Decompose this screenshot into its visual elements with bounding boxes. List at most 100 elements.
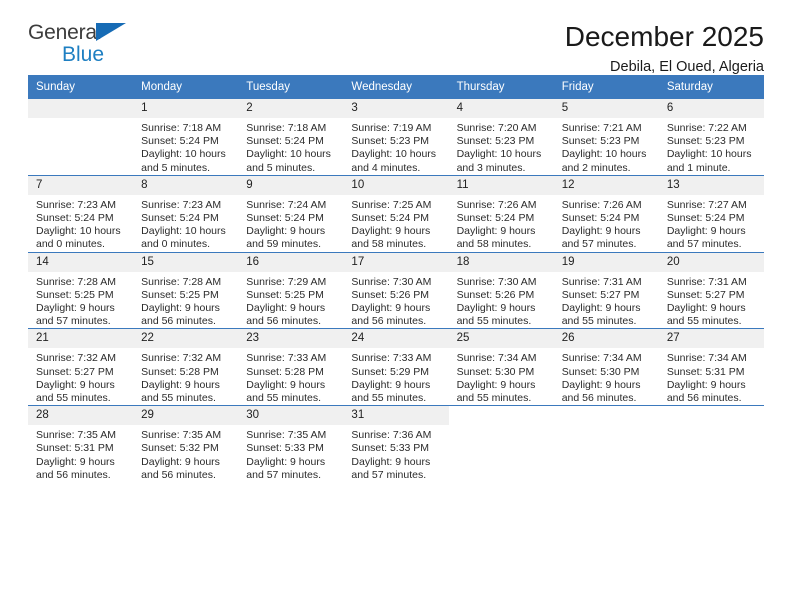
brand-logo[interactable]: General Blue	[28, 22, 148, 68]
day-sun-info: Sunrise: 7:20 AM Sunset: 5:23 PM Daylight:…	[449, 118, 554, 175]
calendar-day-cell[interactable]: 29 Sunrise: 7:35 AM Sunset: 5:32 PM Dayligh…	[133, 405, 239, 483]
calendar-day-cell[interactable]: 5 Sunrise: 7:21 AM Sunset: 5:23 PM Daylight…	[553, 99, 659, 176]
daylight-duration-line1: Daylight: 10 hours	[456, 148, 542, 161]
brand-name-blue: Blue	[62, 43, 105, 66]
calendar-week-row: 28 Sunrise: 7:35 AM Sunset: 5:31 PM Dayligh…	[28, 405, 764, 483]
calendar-day-cell[interactable]: 2 Sunrise: 7:18 AM Sunset: 5:24 PM Daylight…	[238, 99, 344, 176]
calendar-day-cell[interactable]: 8 Sunrise: 7:23 AM Sunset: 5:24 PM Daylight…	[133, 174, 239, 253]
calendar-day-cell[interactable]: 11 Sunrise: 7:26 AM Sunset: 5:24 PM Dayligh…	[448, 174, 554, 253]
calendar-day-cell[interactable]: 6 Sunrise: 7:22 AM Sunset: 5:23 PM Daylight…	[658, 99, 764, 176]
calendar-day-cell[interactable]: 9 Sunrise: 7:24 AM Sunset: 5:24 PM Daylight…	[238, 174, 344, 253]
calendar-day-cell[interactable]: 14 Sunrise: 7:28 AM Sunset: 5:25 PM Dayligh…	[28, 251, 134, 329]
day-number: 29	[133, 406, 239, 426]
day-number: 5	[553, 99, 659, 118]
sunset-time: Sunset: 5:32 PM	[141, 442, 219, 455]
sunrise-time: Sunrise: 7:23 AM	[141, 198, 222, 211]
calendar-day-cell[interactable]: 28 Sunrise: 7:35 AM Sunset: 5:31 PM Dayligh…	[28, 405, 134, 483]
daylight-duration-line1: Daylight: 9 hours	[351, 302, 431, 315]
sunset-time: Sunset: 5:30 PM	[456, 365, 535, 378]
day-number: 19	[553, 252, 659, 272]
calendar-day-cell[interactable]: 15 Sunrise: 7:28 AM Sunset: 5:25 PM Dayligh…	[133, 251, 239, 329]
calendar-day-cell[interactable]: 26 Sunrise: 7:34 AM Sunset: 5:30 PM Dayligh…	[553, 328, 659, 406]
daylight-duration-line2: and 57 minutes.	[246, 468, 321, 481]
daylight-duration-line2: and 55 minutes.	[666, 315, 742, 328]
day-sun-info: Sunrise: 7:35 AM Sunset: 5:32 PM Daylight:…	[133, 425, 238, 482]
weekday-header-friday: Friday	[553, 75, 659, 99]
weekday-header-sunday: Sunday	[28, 75, 134, 99]
calendar-day-cell[interactable]: 23 Sunrise: 7:33 AM Sunset: 5:28 PM Dayligh…	[238, 328, 344, 406]
day-sun-info: Sunrise: 7:18 AM Sunset: 5:24 PM Daylight:…	[238, 118, 343, 175]
calendar-day-cell[interactable]: 17 Sunrise: 7:30 AM Sunset: 5:26 PM Dayligh…	[343, 251, 449, 329]
day-sun-info: Sunrise: 7:19 AM Sunset: 5:23 PM Daylight:…	[343, 118, 448, 175]
daylight-duration-line2: and 58 minutes.	[351, 238, 427, 251]
calendar-day-cell[interactable]: 16 Sunrise: 7:29 AM Sunset: 5:25 PM Dayligh…	[238, 251, 344, 329]
day-number: 14	[28, 252, 134, 272]
day-sun-info: Sunrise: 7:35 AM Sunset: 5:33 PM Daylight:…	[238, 425, 343, 482]
sunset-time: Sunset: 5:23 PM	[561, 135, 640, 148]
calendar-day-cell[interactable]: 31 Sunrise: 7:36 AM Sunset: 5:33 PM Dayligh…	[343, 405, 449, 483]
day-sun-info: Sunrise: 7:30 AM Sunset: 5:26 PM Daylight:…	[449, 272, 554, 329]
day-number	[28, 99, 134, 118]
brand-name-general: General	[28, 21, 102, 44]
sunrise-time: Sunrise: 7:27 AM	[666, 198, 747, 211]
calendar-day-cell[interactable]: 13 Sunrise: 7:27 AM Sunset: 5:24 PM Dayligh…	[658, 174, 764, 253]
daylight-duration-line2: and 55 minutes.	[36, 392, 111, 405]
calendar-day-cell[interactable]: 10 Sunrise: 7:25 AM Sunset: 5:24 PM Dayligh…	[343, 174, 449, 253]
calendar-header-row: Sunday Monday Tuesday Wednesday Thursday…	[28, 75, 764, 99]
day-sun-info: Sunrise: 7:35 AM Sunset: 5:31 PM Daylight:…	[28, 425, 133, 482]
daylight-duration-line2: and 1 minute.	[666, 161, 731, 174]
daylight-duration-line2: and 55 minutes.	[456, 392, 532, 405]
day-number: 1	[133, 99, 239, 118]
calendar-week-row: 21 Sunrise: 7:32 AM Sunset: 5:27 PM Dayligh…	[28, 328, 764, 406]
sunrise-time: Sunrise: 7:28 AM	[36, 275, 116, 288]
calendar-day-cell[interactable]: 12 Sunrise: 7:26 AM Sunset: 5:24 PM Dayligh…	[553, 174, 659, 253]
calendar-day-cell[interactable]: 27 Sunrise: 7:34 AM Sunset: 5:31 PM Dayligh…	[658, 328, 764, 406]
calendar-day-cell[interactable]: 21 Sunrise: 7:32 AM Sunset: 5:27 PM Dayligh…	[28, 328, 134, 406]
sunset-time: Sunset: 5:25 PM	[36, 288, 114, 301]
day-number: 25	[448, 329, 554, 349]
sunset-time: Sunset: 5:24 PM	[141, 212, 219, 225]
weekday-header-wednesday: Wednesday	[343, 75, 449, 99]
sunrise-time: Sunrise: 7:34 AM	[666, 352, 747, 365]
calendar-day-cell[interactable]: 18 Sunrise: 7:30 AM Sunset: 5:26 PM Dayligh…	[448, 251, 554, 329]
daylight-duration-line2: and 58 minutes.	[456, 238, 532, 251]
day-sun-info: Sunrise: 7:22 AM Sunset: 5:23 PM Daylight:…	[659, 118, 764, 175]
daylight-duration-line1: Daylight: 9 hours	[246, 302, 326, 315]
daylight-duration-line1: Daylight: 9 hours	[351, 378, 431, 391]
daylight-duration-line1: Daylight: 9 hours	[36, 455, 115, 468]
calendar-day-cell[interactable]: 30 Sunrise: 7:35 AM Sunset: 5:33 PM Dayligh…	[238, 405, 344, 483]
calendar-day-cell[interactable]: 20 Sunrise: 7:31 AM Sunset: 5:27 PM Dayligh…	[658, 251, 764, 329]
day-number: 12	[553, 175, 659, 195]
calendar-day-cell[interactable]: 1 Sunrise: 7:18 AM Sunset: 5:24 PM Daylight…	[133, 99, 239, 176]
calendar-day-cell[interactable]: 7 Sunrise: 7:23 AM Sunset: 5:24 PM Daylight…	[28, 174, 134, 253]
blue-triangle-icon	[96, 23, 126, 41]
daylight-duration-line1: Daylight: 10 hours	[561, 148, 647, 161]
page-header: General Blue December 2025 Debila, El Ou…	[28, 0, 764, 75]
weekday-header-monday: Monday	[133, 75, 239, 99]
day-number: 2	[238, 99, 344, 118]
day-number: 27	[658, 329, 764, 349]
day-number: 6	[658, 99, 764, 118]
day-number: 15	[133, 252, 239, 272]
sunrise-time: Sunrise: 7:24 AM	[246, 198, 327, 211]
calendar-week-row: 7 Sunrise: 7:23 AM Sunset: 5:24 PM Daylight…	[28, 174, 764, 253]
calendar-day-cell[interactable]: 19 Sunrise: 7:31 AM Sunset: 5:27 PM Dayligh…	[553, 251, 659, 329]
daylight-duration-line2: and 56 minutes.	[141, 468, 216, 481]
calendar-day-cell[interactable]: 4 Sunrise: 7:20 AM Sunset: 5:23 PM Daylight…	[448, 99, 554, 176]
calendar-empty-cell	[28, 99, 134, 176]
day-number: 30	[238, 406, 344, 426]
calendar-day-cell[interactable]: 25 Sunrise: 7:34 AM Sunset: 5:30 PM Dayligh…	[448, 328, 554, 406]
daylight-duration-line1: Daylight: 9 hours	[456, 302, 536, 315]
page-subtitle: Debila, El Oued, Algeria	[610, 59, 764, 76]
weekday-header-tuesday: Tuesday	[238, 75, 344, 99]
calendar-day-cell[interactable]: 24 Sunrise: 7:33 AM Sunset: 5:29 PM Dayligh…	[343, 328, 449, 406]
calendar-day-cell[interactable]: 22 Sunrise: 7:32 AM Sunset: 5:28 PM Dayligh…	[133, 328, 239, 406]
title-block: December 2025 Debila, El Oued, Algeria	[565, 22, 764, 75]
calendar-empty-cell	[658, 405, 764, 483]
daylight-duration-line2: and 56 minutes.	[36, 468, 111, 481]
day-number: 31	[343, 406, 449, 426]
sunrise-time: Sunrise: 7:25 AM	[351, 198, 432, 211]
day-sun-info: Sunrise: 7:33 AM Sunset: 5:28 PM Daylight:…	[238, 348, 343, 405]
daylight-duration-line2: and 57 minutes.	[351, 468, 427, 481]
calendar-day-cell[interactable]: 3 Sunrise: 7:19 AM Sunset: 5:23 PM Daylight…	[343, 99, 449, 176]
